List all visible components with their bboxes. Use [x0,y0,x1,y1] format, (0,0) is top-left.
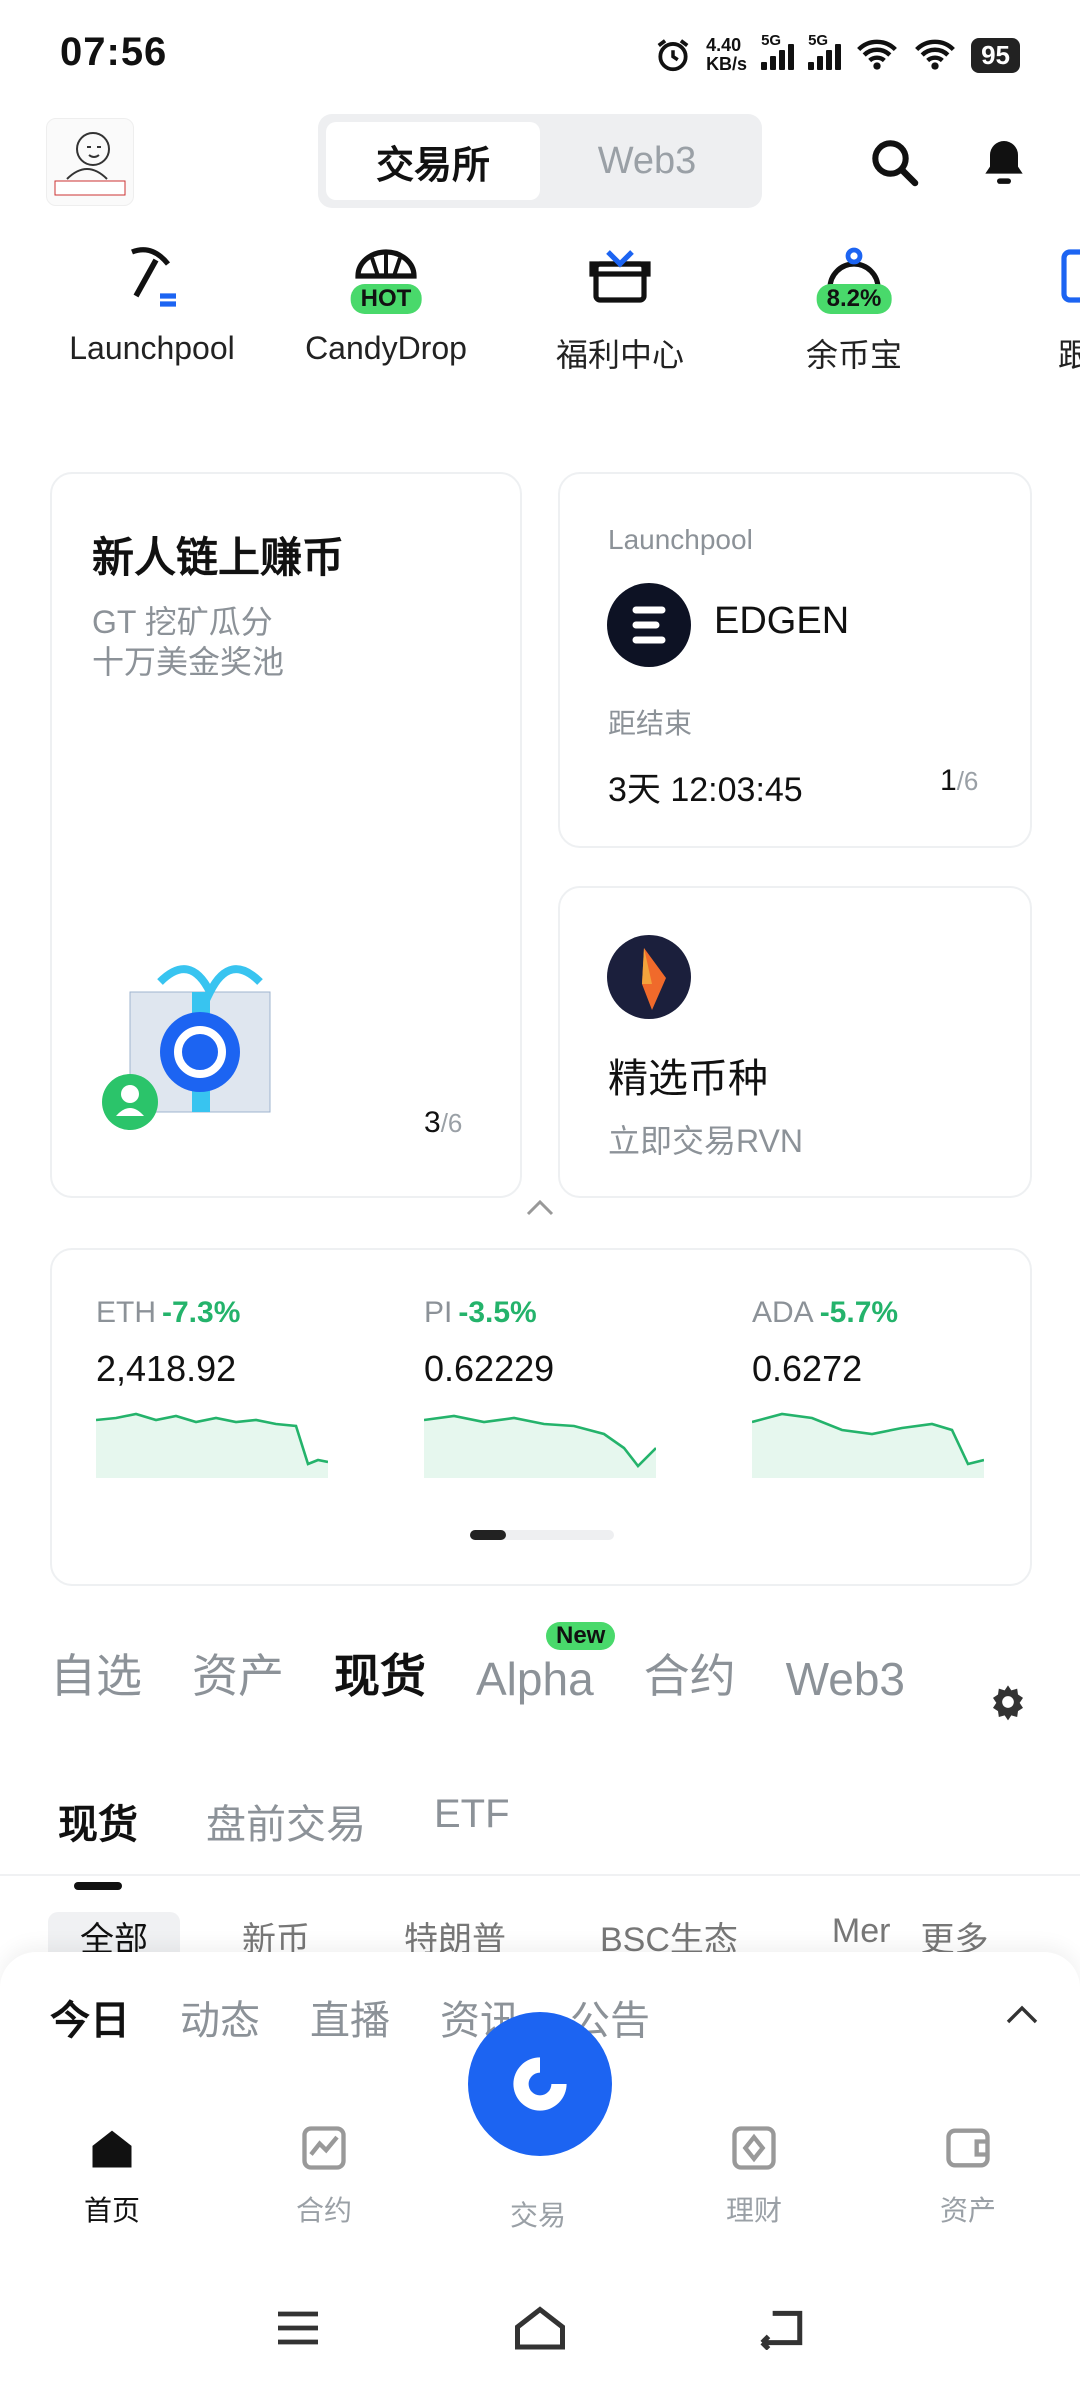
news-tab-feed[interactable]: 动态 [180,1988,260,2046]
promo-newuser-card[interactable]: 新人链上赚币 GT 挖矿瓜分 十万美金奖池 3/6 [50,472,522,1198]
bottom-nav: 首页 合约 交易 理财 资产 [0,2012,1080,2242]
nav-assets[interactable]: 资产 [898,2122,1038,2229]
market-overview-card[interactable]: ETH -7.3% 2,418.92 PI -3.5% 0.62229 ADA -5.… [50,1248,1032,1586]
nav-earn[interactable]: 理财 [684,2122,824,2229]
market-tabs: 自选 资产 现货 Alpha New 合约 Web3 [50,1622,905,1706]
back-icon[interactable] [756,2306,806,2350]
earn-icon [732,2126,776,2170]
futures-icon [302,2126,346,2170]
sparkline-ada [751,1412,985,1478]
promo-title: 新人链上赚币 [92,534,345,581]
home-system-icon[interactable] [510,2302,570,2352]
trade-icon [513,2057,567,2111]
menu-icon[interactable] [274,2308,322,2348]
exchange-web3-switch[interactable]: 交易所 Web3 [318,114,762,208]
expand-chevron-icon[interactable] [1002,2002,1042,2028]
search-icon[interactable] [866,134,922,190]
launchpool-tag: Launchpool [608,524,753,555]
quick-candydrop[interactable]: HOT CandyDrop [286,236,486,367]
chevron-up-icon[interactable] [522,1196,558,1220]
filter-bsc[interactable]: BSC生态 [568,1912,770,1956]
tab-alpha[interactable]: Alpha New [476,1622,616,1706]
sim2-signal-icon: 5G [808,32,842,70]
market-item-ada[interactable]: ADA -5.7% 0.6272 [751,1296,992,1483]
filter-new[interactable]: 新币 [210,1912,342,1956]
quick-copytrade[interactable]: 跟 [968,236,1080,376]
bell-icon[interactable] [976,134,1032,190]
status-bar: 07:56 4.40 KB/s 5G 5G 95 [0,0,1080,110]
market-carousel-indicator [470,1530,614,1540]
new-badge: New [546,1622,616,1650]
status-time: 07:56 [60,30,168,74]
parachute-icon: HOT [346,236,426,316]
avatar-image [54,132,126,196]
promo-subtitle: GT 挖矿瓜分 十万美金奖池 [92,604,285,680]
featured-coin-card[interactable]: 精选币种 立即交易RVN [558,886,1032,1198]
home-icon [92,2130,132,2168]
tab-futures[interactable]: 合约 [644,1640,736,1706]
hot-badge: HOT [350,284,422,314]
system-nav-bar [0,2302,1080,2362]
rvn-token-icon [607,935,691,1019]
sparkline-eth [95,1412,329,1478]
app-header: 交易所 Web3 [0,110,1080,220]
spot-subtabs: 现货 盘前交易 ETF [58,1792,510,1890]
gift-icon [589,250,651,303]
segment-web3[interactable]: Web3 [540,122,754,200]
featured-coin-subtitle: 立即交易RVN [608,1123,803,1159]
nav-futures[interactable]: 合约 [254,2122,394,2229]
filter-all[interactable]: 全部 [48,1912,180,1956]
filter-more[interactable]: 更多 [920,1912,1020,1956]
quick-launchpool[interactable]: Launchpool [52,236,252,367]
wifi-icon [915,39,955,70]
launchpool-card[interactable]: Launchpool EDGEN 距结束 3天 12:03:45 1/6 [558,472,1032,848]
tab-assets[interactable]: 资产 [192,1640,284,1706]
nav-home[interactable]: 首页 [42,2122,182,2229]
section-divider [0,1874,1080,1876]
gift-box-illustration [102,965,271,1130]
quick-savings[interactable]: 8.2% 余币宝 [754,236,954,376]
launchpool-pager: 1/6 [940,764,979,797]
quick-entries: Launchpool HOT CandyDrop 福利中心 8.2% 余币宝 跟 [0,236,1080,386]
countdown-label: 距结束 [608,708,693,739]
settings-gear-icon[interactable] [988,1682,1028,1722]
piggy-icon: 8.2% [814,236,894,316]
news-tab-live[interactable]: 直播 [310,1988,390,2046]
promo-pager: 3/6 [424,1106,463,1139]
market-item-pi[interactable]: PI -3.5% 0.62229 [423,1296,664,1483]
avatar[interactable] [46,118,134,206]
sparkline-pi [423,1414,657,1478]
launchpool-token: EDGEN [714,600,850,642]
edgen-token-icon [607,583,691,667]
trade-center-button[interactable] [468,2012,612,2156]
alarm-icon [657,39,689,72]
hotspot-icon [857,39,897,70]
pickaxe-icon [131,247,176,307]
filter-chips: 全部 新币 特朗普 BSC生态 Mer 更多 [48,1912,1048,1956]
net-speed: 4.40 KB/s [706,35,748,74]
countdown-value: 3天 12:03:45 [608,771,803,809]
quick-benefits[interactable]: 福利中心 [520,236,720,376]
sim1-signal-icon: 5G [761,32,795,70]
wallet-icon [946,2128,990,2168]
tab-spot[interactable]: 现货 [334,1640,426,1706]
news-tab-today[interactable]: 今日 [50,1988,130,2046]
subtab-premarket[interactable]: 盘前交易 [206,1792,366,1850]
segment-exchange[interactable]: 交易所 [326,122,540,200]
featured-coin-title: 精选币种 [608,1057,768,1101]
copy-icon [1061,249,1080,303]
tab-favorites[interactable]: 自选 [50,1640,142,1706]
battery-indicator: 95 [971,37,1020,73]
market-item-eth[interactable]: ETH -7.3% 2,418.92 [95,1296,336,1483]
rate-badge: 8.2% [816,284,892,314]
subtab-spot[interactable]: 现货 [58,1792,138,1890]
bottom-sheet: 今日 动态 直播 资讯 公告 首页 合约 交易 理财 资产 [0,1952,1080,2400]
subtab-etf[interactable]: ETF [434,1792,510,1850]
filter-meme[interactable]: Mer [800,1912,891,1956]
filter-trump[interactable]: 特朗普 [372,1912,538,1956]
tab-web3[interactable]: Web3 [786,1652,905,1706]
